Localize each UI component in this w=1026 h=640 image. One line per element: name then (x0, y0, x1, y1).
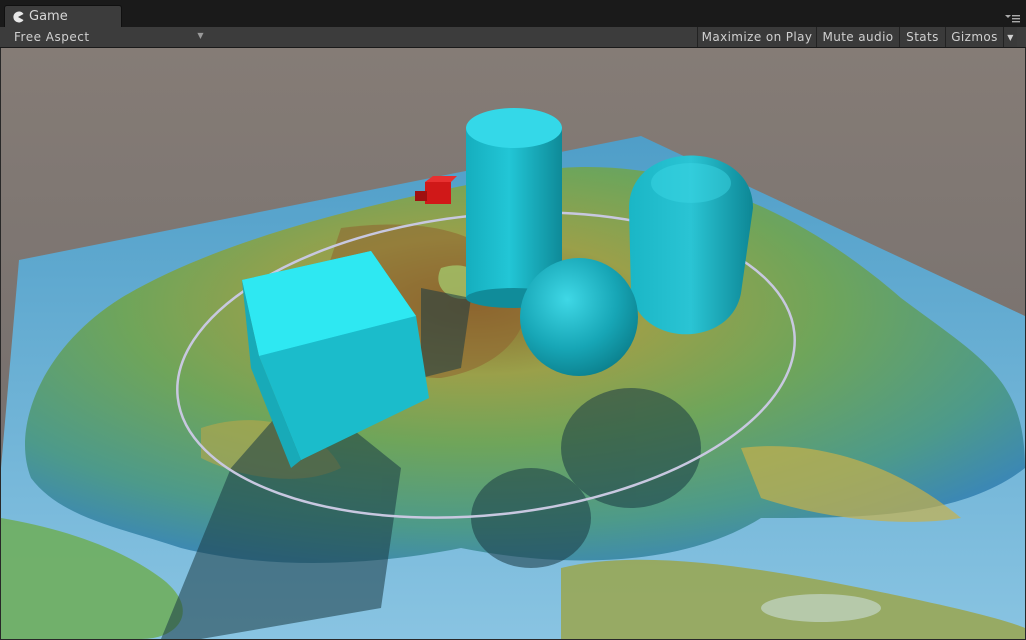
game-viewport[interactable] (1, 48, 1025, 639)
scene-render (1, 48, 1025, 639)
tab-game-label: Game (29, 9, 68, 24)
maximize-on-play-button[interactable]: Maximize on Play (697, 27, 816, 47)
sphere[interactable] (520, 258, 638, 376)
game-window: Game Free Aspect ▼ Maximize on Play Mute… (0, 0, 1026, 640)
pacman-game-icon (13, 11, 24, 22)
aspect-dropdown[interactable]: Free Aspect ▼ (4, 28, 208, 46)
dropdown-arrow-icon: ▼ (197, 31, 204, 40)
mute-audio-button[interactable]: Mute audio (816, 27, 899, 47)
gizmos-dropdown-arrow-icon[interactable]: ▼ (1003, 27, 1017, 47)
capsule[interactable] (629, 155, 753, 335)
gizmos-button[interactable]: Gizmos (945, 27, 1003, 47)
tab-strip: Game (0, 0, 1026, 27)
aspect-label: Free Aspect (14, 30, 90, 44)
hamburger-menu-icon[interactable] (1004, 12, 1020, 24)
tab-game[interactable]: Game (4, 5, 122, 27)
game-toolbar: Free Aspect ▼ Maximize on Play Mute audi… (0, 27, 1026, 48)
stats-button[interactable]: Stats (899, 27, 945, 47)
